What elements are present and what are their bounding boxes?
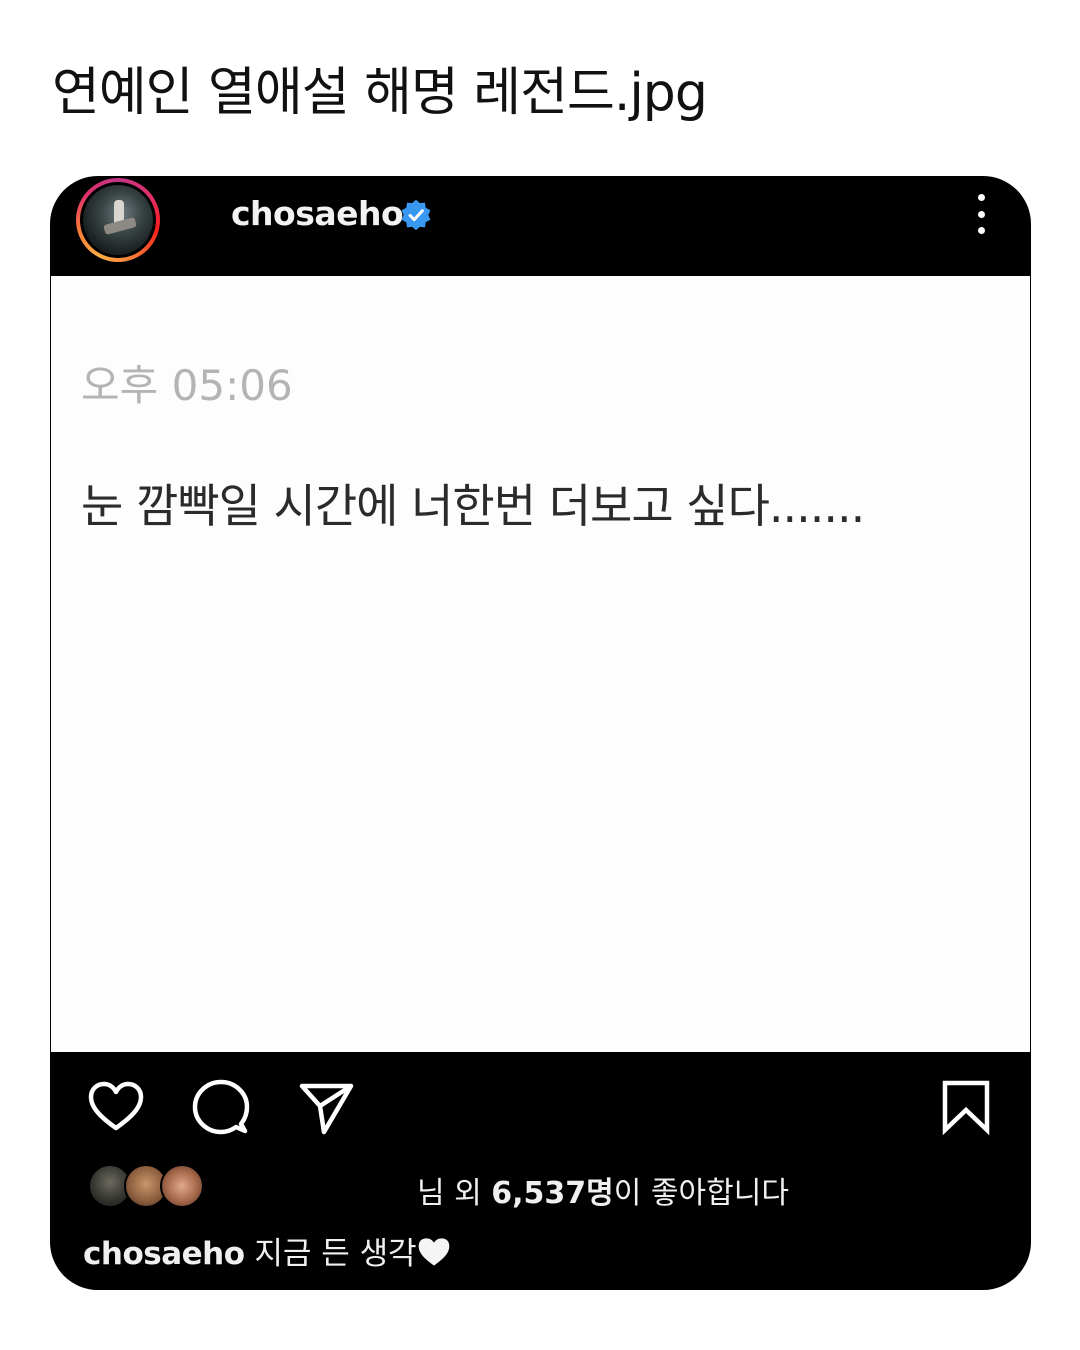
heart-icon[interactable]	[86, 1078, 146, 1138]
post-image-text: 눈 깜빡일 시간에 너한번 더보고 싶다.......	[81, 479, 865, 533]
instagram-post-card: chosaeho 오후 05:06 눈 깜빡일 시간에 너한번 더보고 싶다..…	[50, 176, 1031, 1290]
caption-text: 지금 든 생각	[244, 1236, 417, 1272]
avatar-photo	[83, 185, 153, 255]
liker-avatar[interactable]	[160, 1164, 204, 1208]
page-title: 연예인 열애설 해명 레전드.jpg	[52, 63, 708, 123]
white-heart-icon	[418, 1238, 449, 1266]
post-header: chosaeho	[50, 176, 1031, 276]
post-caption: chosaeho 지금 든 생각	[83, 1228, 451, 1273]
likes-count-text[interactable]: 님 외 6,537명이 좋아합니다	[417, 1168, 789, 1212]
verified-badge-icon	[401, 199, 431, 231]
send-icon[interactable]	[296, 1078, 356, 1138]
caption-username[interactable]: chosaeho	[83, 1236, 245, 1272]
likes-count: 6,537명	[491, 1176, 614, 1211]
more-options-icon[interactable]	[971, 194, 991, 234]
comment-icon[interactable]	[190, 1078, 250, 1138]
likes-row: 님 외 6,537명이 좋아합니다	[50, 1164, 1031, 1214]
author-username[interactable]: chosaeho	[231, 194, 404, 233]
post-actions	[50, 1052, 1031, 1162]
bookmark-icon[interactable]	[936, 1078, 996, 1138]
post-image: 오후 05:06 눈 깜빡일 시간에 너한번 더보고 싶다.......	[51, 276, 1030, 1052]
author-avatar[interactable]	[76, 178, 160, 262]
post-image-time: 오후 05:06	[81, 361, 293, 410]
